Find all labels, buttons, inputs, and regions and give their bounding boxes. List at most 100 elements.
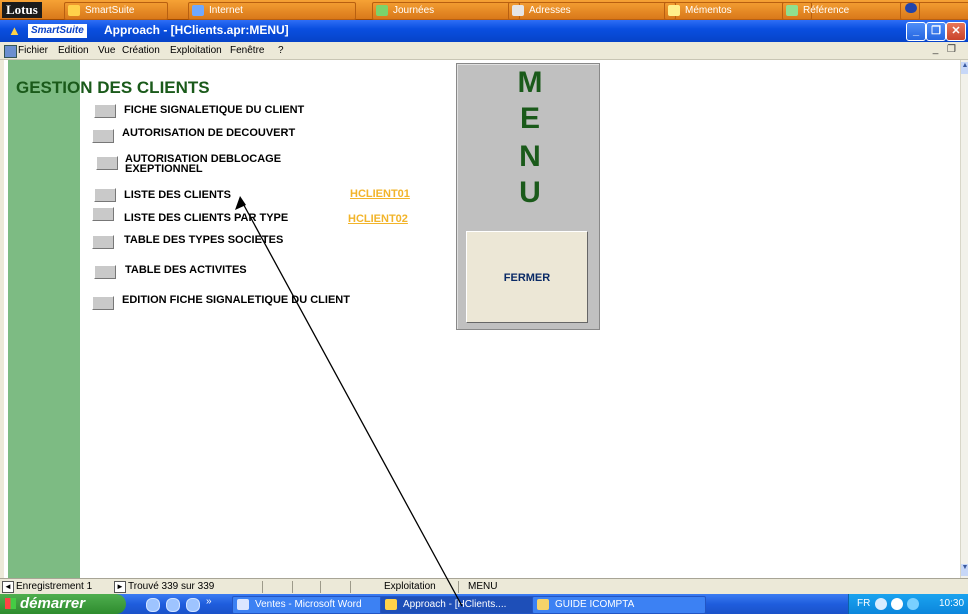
menu-letter-n: N	[519, 140, 541, 173]
calendar-icon	[376, 5, 388, 16]
table-types-societes-label: TABLE DES TYPES SOCIETES	[124, 234, 284, 246]
window-title: Approach - [HClients.apr:MENU]	[104, 23, 289, 37]
window-titlebar: ▲ SmartSuite Approach - [HClients.apr:ME…	[0, 20, 968, 42]
tray-app-icon[interactable]	[891, 598, 903, 610]
minimize-button[interactable]: _	[906, 22, 926, 41]
approach-app-icon[interactable]: ▲	[8, 23, 21, 38]
status-divider	[320, 581, 321, 593]
found-nav-icon[interactable]: ►	[114, 581, 126, 593]
suite-drawer-label: Journées	[393, 5, 435, 16]
task-label: Ventes - Microsoft Word	[255, 599, 362, 610]
menu-fenetre[interactable]: Fenêtre	[230, 45, 264, 56]
menu-bar: Fichier Edition Vue Création Exploitatio…	[0, 42, 968, 60]
menu-fichier[interactable]: Fichier	[18, 45, 48, 56]
address-book-icon	[512, 5, 524, 16]
mdi-restore-icon[interactable]: ❐	[946, 45, 957, 56]
suite-drawer-label: Internet	[209, 5, 243, 16]
view-indicator[interactable]: MENU	[468, 581, 497, 592]
quicklaunch-media-icon[interactable]	[186, 598, 200, 612]
liste-clients-button[interactable]	[94, 188, 116, 202]
vertical-scrollbar[interactable]: ▲ ▼	[960, 60, 968, 578]
word-icon	[237, 599, 249, 610]
table-activites-button[interactable]	[94, 265, 116, 279]
approach-icon	[385, 599, 397, 610]
lotus-logo[interactable]: Lotus	[2, 2, 42, 18]
status-divider	[350, 581, 351, 593]
menu-help[interactable]: ?	[278, 45, 284, 56]
extra-icon	[905, 3, 917, 13]
fermer-button[interactable]: FERMER	[466, 231, 588, 323]
quicklaunch-more-icon[interactable]: »	[206, 596, 212, 607]
suite-drawer-label: Référence	[803, 5, 850, 16]
suite-drawer-extra[interactable]	[900, 2, 968, 20]
task-approach[interactable]: Approach - [HClients....	[380, 596, 552, 614]
record-counter: Enregistrement 1	[16, 581, 93, 592]
quicklaunch-ie-icon[interactable]	[146, 598, 160, 612]
menu-creation[interactable]: Création	[122, 45, 160, 56]
task-label: GUIDE ICOMPTA	[555, 599, 635, 610]
fiche-signaletique-button[interactable]	[94, 104, 116, 118]
menu-letter-u: U	[519, 176, 541, 209]
menu-letter-e: E	[519, 102, 540, 135]
menu-exploitation[interactable]: Exploitation	[170, 45, 222, 56]
task-word[interactable]: Ventes - Microsoft Word	[232, 596, 400, 614]
document-icon[interactable]	[4, 45, 17, 58]
suite-drawer-label: SmartSuite	[85, 5, 135, 16]
table-activites-label: TABLE DES ACTIVITES	[125, 264, 247, 276]
clock: 10:30	[939, 598, 965, 609]
smartsuite-icon	[68, 5, 80, 16]
quicklaunch-browser-icon[interactable]	[166, 598, 180, 612]
scroll-up-icon[interactable]: ▲	[961, 62, 968, 74]
close-button[interactable]: ✕	[946, 22, 966, 41]
start-label: démarrer	[20, 595, 86, 612]
autorisation-decouvert-button[interactable]	[92, 129, 114, 143]
smartsuite-brand: SmartSuite	[28, 24, 87, 38]
form-heading: GESTION DES CLIENTS	[16, 78, 210, 97]
mode-indicator[interactable]: Exploitation	[384, 581, 436, 592]
suite-drawer-label: Mémentos	[685, 5, 732, 16]
suite-drawer-journees[interactable]: Journées	[372, 2, 520, 20]
system-tray: FR 10:30	[848, 594, 968, 614]
found-count: Trouvé 339 sur 339	[128, 581, 215, 592]
task-label: Approach - [HClients....	[403, 599, 507, 610]
smartsuite-bar: Lotus SmartSuite Internet Journées Adres…	[0, 0, 968, 20]
edition-fiche-button[interactable]	[92, 296, 114, 310]
task-guide-icompta[interactable]: GUIDE ICOMPTA	[532, 596, 706, 614]
suite-drawer-smartsuite[interactable]: SmartSuite	[64, 2, 168, 20]
liste-clients-label: LISTE DES CLIENTS	[124, 189, 231, 201]
windows-flag-icon	[5, 598, 16, 609]
network-icon[interactable]	[875, 598, 887, 610]
language-indicator[interactable]: FR	[857, 598, 870, 609]
liste-clients-type-button[interactable]	[92, 207, 114, 221]
hclient02-link[interactable]: HCLIENT02	[348, 213, 408, 225]
menu-edition[interactable]: Edition	[58, 45, 89, 56]
status-divider	[458, 581, 459, 593]
suite-drawer-adresses[interactable]: Adresses	[508, 2, 676, 20]
hclient01-link[interactable]: HCLIENT01	[350, 188, 410, 200]
fiche-signaletique-label: FICHE SIGNALETIQUE DU CLIENT	[124, 104, 305, 116]
mdi-minimize-icon[interactable]: _	[930, 45, 941, 56]
restore-button[interactable]: ❐	[926, 22, 946, 41]
volume-icon[interactable]	[907, 598, 919, 610]
menu-vue[interactable]: Vue	[98, 45, 115, 56]
status-divider	[292, 581, 293, 593]
globe-icon	[192, 5, 204, 16]
status-bar: ◄ Enregistrement 1 ► Trouvé 339 sur 339 …	[0, 578, 968, 594]
suite-drawer-label: Adresses	[529, 5, 571, 16]
suite-drawer-internet[interactable]: Internet	[188, 2, 356, 20]
autorisation-deblocage-label: AUTORISATION DEBLOCAGE EXEPTIONNEL	[125, 153, 282, 175]
table-types-societes-button[interactable]	[92, 235, 114, 249]
green-side-band	[8, 60, 80, 578]
notes-icon	[668, 5, 680, 16]
checkmark-icon	[786, 5, 798, 16]
status-divider	[262, 581, 263, 593]
edition-fiche-label: EDITION FICHE SIGNALETIQUE DU CLIENT	[122, 294, 350, 306]
autorisation-deblocage-button[interactable]	[96, 156, 118, 170]
autorisation-decouvert-label: AUTORISATION DE DECOUVERT	[122, 127, 296, 139]
record-nav-icon[interactable]: ◄	[2, 581, 14, 593]
start-button[interactable]: démarrer	[0, 594, 126, 614]
scroll-down-icon[interactable]: ▼	[961, 564, 968, 576]
liste-clients-type-label: LISTE DES CLIENTS PAR TYPE	[124, 212, 289, 224]
folder-icon	[537, 599, 549, 610]
menu-letter-m: M	[517, 66, 543, 99]
